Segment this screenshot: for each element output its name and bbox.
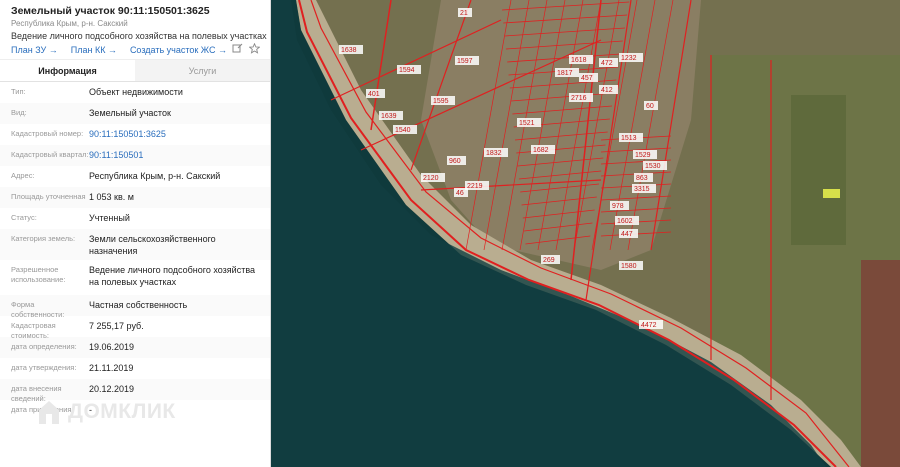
parcel-label: 1832 — [486, 150, 502, 157]
panel-header: Земельный участок 90:11:150501:3625 Респ… — [0, 0, 270, 59]
parcel-label: 2120 — [423, 175, 439, 182]
info-row: дата утверждения: 21.11.2019 — [0, 358, 270, 379]
parcel-label: 472 — [601, 60, 613, 67]
tab-services[interactable]: Услуги — [135, 60, 270, 81]
info-row: дата внесения сведений: 20.12.2019 — [0, 379, 270, 403]
info-row: Категория земель: Земли сельскохозяйствен… — [0, 229, 270, 260]
info-row: Площадь уточненная 1 053 кв. м — [0, 187, 270, 208]
parcel-label: 2219 — [467, 183, 483, 190]
parcel-label: 1817 — [557, 70, 573, 77]
parcel-label: 960 — [449, 158, 461, 165]
plowed-field — [861, 260, 900, 467]
parcel-label: 1521 — [519, 120, 535, 127]
panel-tabs: Информация Услуги — [0, 59, 270, 82]
info-key: Адрес: — [11, 171, 35, 180]
parcel-label: 1595 — [433, 98, 449, 105]
watermark-text: ДОМКЛИК — [68, 400, 176, 423]
header-actions — [232, 43, 260, 54]
info-key: Вид: — [11, 108, 27, 117]
info-key: Статус: — [11, 213, 37, 222]
info-value: 19.06.2019 — [89, 342, 135, 352]
info-value: 1 053 кв. м — [89, 192, 134, 202]
info-row: Адрес: Республика Крым, р-н. Сакский — [0, 166, 270, 187]
parcel-label: 1682 — [533, 147, 549, 154]
info-row: Кадастровый номер: 90:11:150501:3625 — [0, 124, 270, 145]
info-key: дата определения: — [11, 342, 77, 351]
parcel-label: 1597 — [457, 58, 473, 65]
parcel-label: 1232 — [621, 55, 637, 62]
edit-icon[interactable] — [232, 43, 243, 54]
parcel-label: 2716 — [571, 95, 587, 102]
info-rows: Тип: Объект недвижимости Вид: Земельный уча… — [0, 82, 270, 421]
parcel-region: Республика Крым, р-н. Сакский — [11, 19, 128, 28]
parcel-label: 1530 — [645, 163, 661, 170]
parcel-label: 1594 — [399, 67, 415, 74]
info-key: Кадастровая стоимость: — [11, 321, 56, 340]
info-value: 7 255,17 руб. — [89, 321, 144, 331]
info-value: Земельный участок — [89, 108, 171, 118]
parcel-label: 4472 — [641, 322, 657, 329]
info-key: Разрешенное использование: — [11, 265, 66, 284]
parcel-label: 1513 — [621, 135, 637, 142]
parcel-label: 863 — [636, 175, 648, 182]
info-key: Кадастровый квартал: — [11, 150, 89, 159]
parcel-label: 457 — [581, 75, 593, 82]
parcel-label: 3315 — [634, 186, 650, 193]
create-parcel-link[interactable]: Создать участок ЖС → — [130, 45, 227, 55]
plan-zu-link[interactable]: План ЗУ → — [11, 45, 58, 55]
parcel-label: 1529 — [635, 152, 651, 159]
info-row: Тип: Объект недвижимости — [0, 82, 270, 103]
parcel-label: 21 — [460, 10, 468, 17]
info-row: Разрешенное использование: Ведение личног… — [0, 260, 270, 295]
field-strip — [791, 95, 846, 245]
parcel-label: 401 — [368, 91, 380, 98]
parcel-purpose: Ведение личного подсобного хозяйства на … — [11, 31, 267, 41]
parcel-label: 1602 — [617, 218, 633, 225]
info-row: Кадастровый квартал: 90:11:150501 — [0, 145, 270, 166]
parcel-label: 1580 — [621, 263, 637, 270]
info-key: Кадастровый номер: — [11, 129, 84, 138]
info-key: Форма собственности: — [11, 300, 65, 319]
parcel-label: 1540 — [395, 127, 411, 134]
info-key: дата утверждения: — [11, 363, 77, 372]
info-row: Форма собственности: Частная собственност… — [0, 295, 270, 319]
parcel-label: 412 — [601, 87, 613, 94]
star-icon[interactable] — [249, 43, 260, 54]
parcel-label: 1639 — [381, 113, 397, 120]
info-value: Земли сельскохозяйственного назначения — [89, 234, 216, 256]
info-value[interactable]: 90:11:150501:3625 — [89, 129, 270, 141]
info-value: 20.12.2019 — [89, 384, 135, 394]
parcel-label: 978 — [612, 203, 624, 210]
parcel-label: 269 — [543, 257, 555, 264]
info-row: Вид: Земельный участок — [0, 103, 270, 124]
parcel-label: 1638 — [341, 47, 357, 54]
tab-information[interactable]: Информация — [0, 60, 135, 81]
plan-kk-link[interactable]: План КК → — [71, 45, 117, 55]
parcel-label: 447 — [621, 231, 633, 238]
map-view[interactable]: 21 1638 1597 1594 401 1595 1639 1540 2120 1832 221… — [271, 0, 900, 467]
info-value: Объект недвижимости — [89, 87, 183, 97]
parcel-label: 1618 — [571, 57, 587, 64]
info-row: Статус: Учтенный — [0, 208, 270, 229]
info-value: Республика Крым, р-н. Сакский — [89, 171, 221, 181]
info-key: Тип: — [11, 87, 26, 96]
info-value: Учтенный — [89, 213, 130, 223]
info-value: 21.11.2019 — [89, 363, 134, 373]
selected-parcel[interactable] — [823, 189, 840, 198]
plan-links: План ЗУ → План КК → Создать участок ЖС → — [11, 43, 260, 55]
info-value[interactable]: 90:11:150501 — [89, 150, 270, 162]
parcel-title: Земельный участок 90:11:150501:3625 — [11, 5, 210, 17]
cadastral-map[interactable]: 21 1638 1597 1594 401 1595 1639 1540 2120 1832 221… — [271, 0, 900, 467]
parcel-label: 46 — [456, 190, 464, 197]
domclick-watermark: ДОМКЛИК — [36, 398, 176, 426]
info-value: Ведение личного подсобного хозяйства на … — [89, 265, 256, 287]
info-value: Частная собственность — [89, 300, 188, 310]
info-panel: Земельный участок 90:11:150501:3625 Респ… — [0, 0, 271, 467]
info-key: Категория земель: — [11, 234, 76, 243]
info-key: Площадь уточненная — [11, 192, 86, 201]
parcel-label: 60 — [646, 103, 654, 110]
